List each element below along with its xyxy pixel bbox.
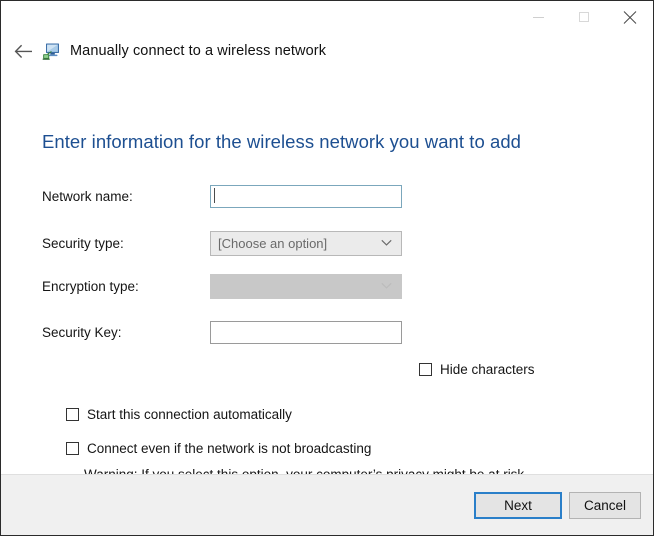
window-controls bbox=[515, 1, 653, 33]
maximize-button[interactable] bbox=[561, 1, 607, 33]
chevron-down-icon bbox=[381, 239, 392, 246]
close-icon bbox=[624, 11, 637, 24]
title-bar bbox=[1, 1, 653, 33]
connect-not-broadcasting-checkbox[interactable] bbox=[66, 442, 79, 455]
hide-characters-checkbox[interactable] bbox=[419, 363, 432, 376]
security-type-dropdown[interactable]: [Choose an option] bbox=[210, 230, 402, 256]
encryption-type-row: Encryption type: bbox=[42, 273, 402, 299]
app-title: Manually connect to a wireless network bbox=[70, 43, 327, 59]
encryption-type-dropdown bbox=[210, 273, 402, 299]
page-title: Enter information for the wireless netwo… bbox=[42, 131, 521, 152]
maximize-icon bbox=[579, 12, 589, 22]
dialog-content: Enter information for the wireless netwo… bbox=[1, 69, 653, 482]
next-button[interactable]: Next bbox=[474, 492, 562, 519]
hide-characters-label: Hide characters bbox=[440, 362, 535, 377]
security-type-row: Security type: [Choose an option] bbox=[42, 230, 402, 256]
dialog-footer: Next Cancel bbox=[1, 474, 653, 535]
security-type-label: Security type: bbox=[42, 235, 124, 251]
network-name-label: Network name: bbox=[42, 188, 133, 204]
minimize-icon bbox=[532, 16, 544, 18]
security-key-label: Security Key: bbox=[42, 324, 122, 340]
navigation-row: Manually connect to a wireless network bbox=[1, 33, 653, 69]
network-computer-icon bbox=[42, 43, 59, 60]
cancel-button[interactable]: Cancel bbox=[569, 492, 641, 519]
connect-not-broadcasting-row[interactable]: Connect even if the network is not broad… bbox=[66, 441, 371, 456]
minimize-button[interactable] bbox=[515, 1, 561, 33]
start-automatically-label: Start this connection automatically bbox=[87, 407, 292, 422]
network-name-row: Network name: bbox=[42, 184, 402, 208]
chevron-down-icon-disabled bbox=[381, 282, 392, 289]
security-key-input[interactable] bbox=[210, 320, 402, 344]
connect-not-broadcasting-label: Connect even if the network is not broad… bbox=[87, 441, 372, 456]
dialog-window: Manually connect to a wireless network E… bbox=[0, 0, 654, 536]
security-key-row: Security Key: bbox=[42, 320, 402, 344]
start-automatically-checkbox[interactable] bbox=[66, 408, 79, 421]
network-name-input[interactable] bbox=[210, 184, 402, 208]
back-button[interactable] bbox=[10, 38, 36, 64]
back-arrow-icon bbox=[14, 44, 32, 58]
start-automatically-row[interactable]: Start this connection automatically bbox=[66, 407, 292, 422]
close-button[interactable] bbox=[607, 1, 653, 33]
hide-characters-row[interactable]: Hide characters bbox=[419, 362, 535, 377]
security-type-value: [Choose an option] bbox=[218, 235, 328, 251]
encryption-type-label: Encryption type: bbox=[42, 278, 139, 294]
text-caret bbox=[214, 188, 215, 203]
